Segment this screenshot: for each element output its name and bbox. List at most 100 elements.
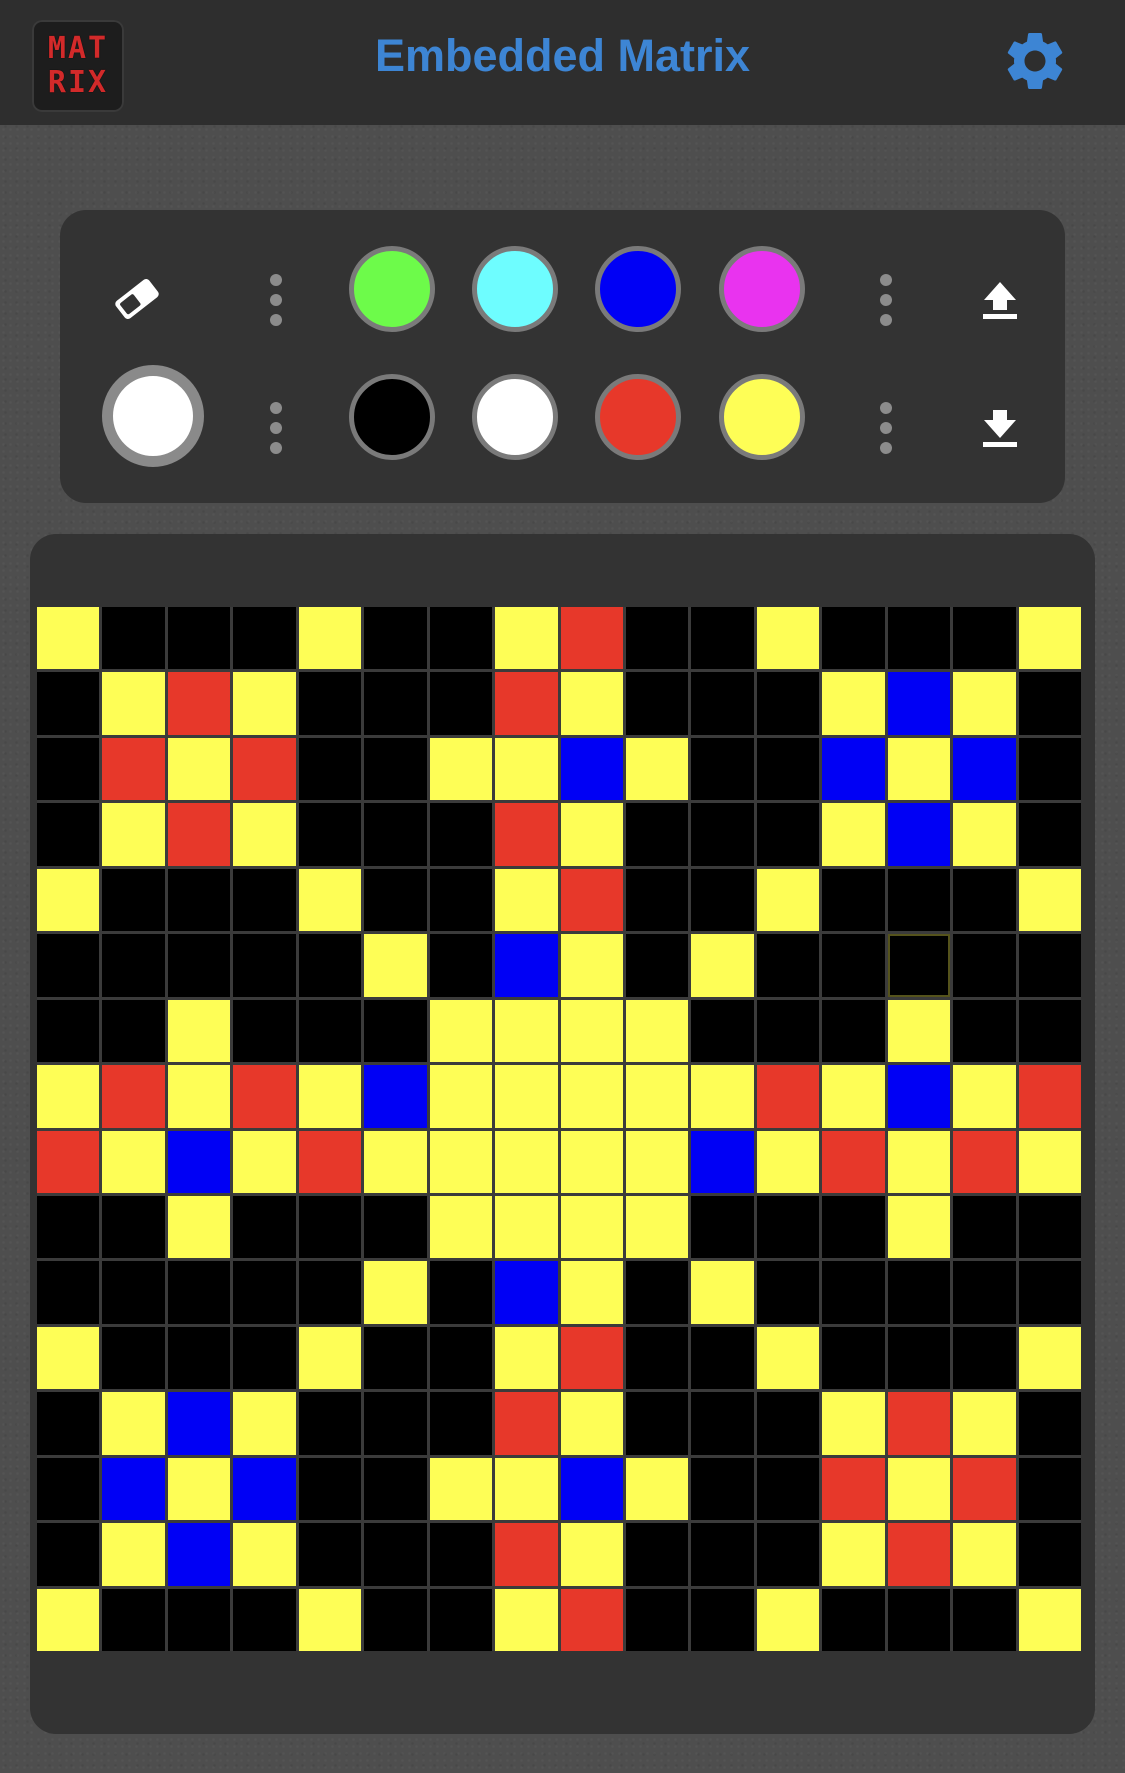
matrix-cell[interactable] [625,672,689,735]
matrix-cell[interactable] [102,1261,165,1324]
matrix-cell[interactable] [233,1392,296,1455]
matrix-cell[interactable] [756,737,820,801]
matrix-cell[interactable] [953,999,1016,1063]
matrix-cell[interactable] [364,1523,427,1586]
matrix-cell[interactable] [364,672,427,735]
matrix-cell[interactable] [233,1523,296,1586]
matrix-cell[interactable] [953,607,1016,670]
matrix-cell[interactable] [691,737,754,801]
matrix-cell[interactable] [495,803,558,866]
matrix-cell[interactable] [167,868,231,932]
matrix-cell[interactable] [953,1392,1016,1455]
matrix-cell[interactable] [233,672,296,735]
matrix-cell[interactable] [1018,737,1081,801]
matrix-cell[interactable] [429,1195,493,1259]
matrix-cell[interactable] [1018,999,1081,1063]
matrix-cell[interactable] [364,1065,427,1128]
matrix-cell[interactable] [691,1261,754,1324]
matrix-cell[interactable] [298,1523,362,1586]
matrix-cell[interactable] [102,1065,165,1128]
matrix-cell[interactable] [429,1588,493,1651]
matrix-cell[interactable] [1018,1326,1081,1390]
matrix-cell[interactable] [887,1523,951,1586]
matrix-cell[interactable] [233,607,296,670]
matrix-cell[interactable] [756,1195,820,1259]
matrix-cell[interactable] [887,1065,951,1128]
matrix-cell[interactable] [691,1130,754,1193]
matrix-cell[interactable] [691,1523,754,1586]
matrix-cell[interactable] [167,1588,231,1651]
matrix-cell[interactable] [233,1261,296,1324]
matrix-cell[interactable] [102,607,165,670]
matrix-cell[interactable] [167,1065,231,1128]
matrix-cell[interactable] [691,1457,754,1521]
matrix-cell[interactable] [102,1457,165,1521]
matrix-cell[interactable] [822,1130,885,1193]
matrix-cell[interactable] [102,1392,165,1455]
matrix-cell[interactable] [560,934,623,997]
matrix-cell[interactable] [495,1457,558,1521]
matrix-cell[interactable] [953,1457,1016,1521]
matrix-cell[interactable] [756,607,820,670]
matrix-cell[interactable] [691,1588,754,1651]
matrix-cell[interactable] [625,868,689,932]
matrix-cell[interactable] [756,1457,820,1521]
matrix-cell[interactable] [102,737,165,801]
matrix-cell[interactable] [887,1588,951,1651]
matrix-cell[interactable] [364,1261,427,1324]
gear-icon[interactable] [1000,26,1070,96]
matrix-cell[interactable] [102,999,165,1063]
matrix-cell[interactable] [887,1130,951,1193]
matrix-cell[interactable] [37,1326,100,1390]
matrix-cell[interactable] [887,934,951,997]
matrix-cell[interactable] [560,1523,623,1586]
matrix-cell[interactable] [37,934,100,997]
matrix-cell[interactable] [953,868,1016,932]
matrix-cell[interactable] [233,1588,296,1651]
matrix-cell[interactable] [625,1130,689,1193]
more-options-icon[interactable] [256,393,296,463]
matrix-cell[interactable] [37,1261,100,1324]
matrix-cell[interactable] [691,607,754,670]
matrix-cell[interactable] [429,1261,493,1324]
matrix-cell[interactable] [756,934,820,997]
matrix-cell[interactable] [37,1457,100,1521]
matrix-cell[interactable] [167,607,231,670]
matrix-cell[interactable] [1018,1457,1081,1521]
matrix-cell[interactable] [364,803,427,866]
matrix-cell[interactable] [298,999,362,1063]
matrix-cell[interactable] [625,737,689,801]
matrix-cell[interactable] [560,672,623,735]
matrix-cell[interactable] [953,1261,1016,1324]
matrix-cell[interactable] [887,999,951,1063]
matrix-cell[interactable] [887,1457,951,1521]
matrix-cell[interactable] [1018,1130,1081,1193]
swatch-blue[interactable] [595,246,681,332]
matrix-cell[interactable] [560,607,623,670]
matrix-cell[interactable] [102,1326,165,1390]
matrix-cell[interactable] [37,999,100,1063]
matrix-cell[interactable] [298,1457,362,1521]
matrix-cell[interactable] [1018,868,1081,932]
matrix-cell[interactable] [953,803,1016,866]
matrix-cell[interactable] [1018,1392,1081,1455]
matrix-cell[interactable] [37,607,100,670]
matrix-cell[interactable] [1018,934,1081,997]
matrix-cell[interactable] [822,868,885,932]
matrix-cell[interactable] [298,868,362,932]
matrix-cell[interactable] [822,607,885,670]
matrix-cell[interactable] [625,1392,689,1455]
matrix-cell[interactable] [560,1261,623,1324]
current-color-swatch[interactable] [102,365,204,467]
matrix-cell[interactable] [560,868,623,932]
matrix-cell[interactable] [429,999,493,1063]
matrix-cell[interactable] [1018,1065,1081,1128]
matrix-cell[interactable] [1018,1523,1081,1586]
matrix-cell[interactable] [822,1457,885,1521]
matrix-cell[interactable] [495,1130,558,1193]
matrix-cell[interactable] [953,672,1016,735]
matrix-cell[interactable] [495,672,558,735]
matrix-cell[interactable] [822,737,885,801]
matrix-cell[interactable] [560,1130,623,1193]
matrix-cell[interactable] [429,607,493,670]
